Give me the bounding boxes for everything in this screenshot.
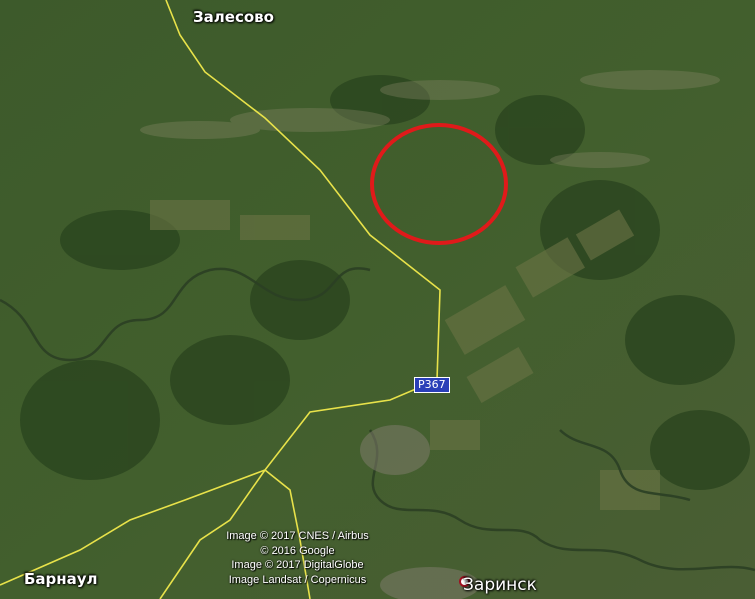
place-label-barnaul[interactable]: Барнаул: [24, 570, 98, 588]
place-label-zalesovo[interactable]: Залесово: [193, 8, 274, 26]
credit-line: Image © 2017 DigitalGlobe: [231, 559, 364, 571]
satellite-map[interactable]: Залесово Барнаул Заринск Р367 Image © 20…: [0, 0, 755, 599]
place-label-zarinsk[interactable]: Заринск: [463, 575, 537, 595]
credit-line: Image Landsat / Copernicus: [228, 573, 367, 586]
imagery-credits: Image © 2017 CNES / Airbus © 2016 Google…: [215, 529, 380, 587]
credit-line: Image © 2017 CNES / Airbus: [226, 530, 369, 542]
satellite-terrain: [0, 0, 755, 599]
credit-line: © 2016 Google: [260, 544, 335, 557]
road-shield: Р367: [414, 377, 450, 393]
